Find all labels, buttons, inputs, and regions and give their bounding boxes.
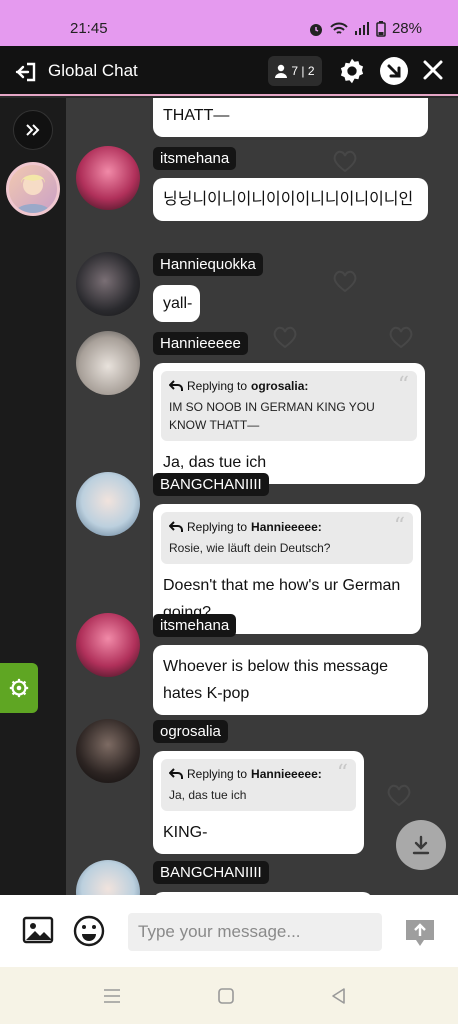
gear-icon[interactable] bbox=[338, 57, 366, 85]
sidebar bbox=[0, 98, 66, 895]
reply-label: Replying to bbox=[187, 520, 248, 534]
close-icon[interactable] bbox=[421, 58, 445, 82]
quote-icon: “ bbox=[393, 514, 405, 539]
reply-author: Hannieeeee: bbox=[251, 767, 322, 781]
message-input[interactable] bbox=[128, 913, 382, 951]
reply-icon bbox=[169, 521, 183, 532]
emoji-icon[interactable] bbox=[73, 915, 105, 947]
reply-preview[interactable]: “ Replying to Hannieeeee: Rosie, wie läu… bbox=[161, 512, 413, 564]
message-bubble: “ Replying to ogrosalia: IM SO NOOB IN G… bbox=[153, 363, 425, 484]
message-text: yall- bbox=[163, 295, 193, 312]
reply-label: Replying to bbox=[187, 379, 248, 393]
reply-icon bbox=[169, 380, 183, 391]
chat-header: Global Chat 7 | 2 bbox=[0, 46, 458, 96]
scroll-to-bottom-button[interactable] bbox=[396, 820, 446, 870]
heart-icon bbox=[333, 150, 357, 172]
message-text: 닝닝니이니이니이이이니니이니이니인 bbox=[163, 191, 414, 208]
send-icon[interactable] bbox=[404, 918, 436, 948]
online-users-button[interactable]: 7 | 2 bbox=[268, 56, 322, 86]
avatar[interactable] bbox=[76, 860, 140, 895]
wifi-icon bbox=[330, 22, 348, 34]
username[interactable]: ogrosalia bbox=[153, 720, 228, 743]
message-bubble: “ Replying to Hannieeeee: Ja, das tue ic… bbox=[153, 751, 364, 854]
reply-icon bbox=[169, 768, 183, 779]
battery-level: 28% bbox=[391, 20, 422, 37]
back-icon[interactable] bbox=[330, 987, 348, 1005]
reply-text: Rosie, wie läuft dein Deutsch? bbox=[169, 541, 331, 555]
status-time: 21:45 bbox=[70, 20, 108, 37]
username[interactable]: BANGCHANIIII bbox=[153, 861, 269, 884]
status-bar: 21:45 28% bbox=[0, 0, 458, 46]
battery-icon bbox=[376, 20, 386, 37]
avatar[interactable] bbox=[76, 146, 140, 210]
username[interactable]: itsmehana bbox=[153, 614, 237, 637]
reply-text: Ja, das tue ich bbox=[169, 788, 247, 802]
avatar[interactable] bbox=[76, 472, 140, 536]
current-user-avatar[interactable] bbox=[6, 162, 60, 216]
chat-title: Global Chat bbox=[48, 61, 138, 80]
double-chevron-icon bbox=[26, 124, 40, 136]
username[interactable]: itsmehana bbox=[153, 147, 237, 170]
message-bubble: 닝닝니이니이니이이이니니이니이니인 bbox=[153, 178, 428, 221]
heart-icon bbox=[389, 326, 413, 348]
reply-author: Hannieeeee: bbox=[251, 520, 322, 534]
message-bubble: yall- bbox=[153, 285, 200, 322]
online-count: 7 | 2 bbox=[291, 64, 315, 78]
home-icon[interactable] bbox=[217, 987, 235, 1005]
message-text: THATT— bbox=[163, 107, 230, 124]
reply-author: ogrosalia: bbox=[251, 379, 309, 393]
status-icons: 28% bbox=[308, 20, 422, 37]
reply-preview[interactable]: “ Replying to Hannieeeee: Ja, das tue ic… bbox=[161, 759, 356, 811]
quote-icon: “ bbox=[336, 761, 348, 786]
message-composer bbox=[0, 895, 458, 967]
username[interactable]: BANGCHANIIII bbox=[153, 473, 269, 496]
gear-icon bbox=[9, 678, 29, 698]
avatar[interactable] bbox=[76, 719, 140, 783]
exit-icon[interactable] bbox=[14, 60, 38, 84]
avatar[interactable] bbox=[76, 252, 140, 316]
message-bubble: Whoever is below this message hates K-po… bbox=[153, 645, 428, 715]
reply-preview[interactable]: “ Replying to ogrosalia: IM SO NOOB IN G… bbox=[161, 371, 417, 441]
alarm-icon bbox=[309, 23, 322, 36]
message-text: Ja, das tue ich bbox=[163, 454, 267, 471]
recent-apps-icon[interactable] bbox=[103, 987, 121, 1005]
chat-settings-button[interactable] bbox=[0, 663, 38, 713]
reply-label: Replying to bbox=[187, 767, 248, 781]
message-text: Whoever is below this message hates K-po… bbox=[163, 658, 388, 702]
message-text: KING- bbox=[163, 824, 208, 841]
system-nav-bar bbox=[0, 967, 458, 1024]
person-icon bbox=[275, 64, 288, 78]
minimize-icon[interactable] bbox=[380, 57, 408, 85]
image-icon[interactable] bbox=[22, 914, 54, 946]
heart-icon bbox=[273, 326, 297, 348]
heart-icon bbox=[387, 784, 411, 806]
heart-icon bbox=[333, 270, 357, 292]
scroll-down-icon bbox=[412, 835, 430, 855]
avatar[interactable] bbox=[76, 613, 140, 677]
message-bubble: THATT— bbox=[153, 98, 428, 137]
message-list[interactable]: THATT— itsmehana 닝닝니이니이니이이이니니이니이니인 Hanni… bbox=[66, 98, 458, 895]
reply-text: IM SO NOOB IN GERMAN KING YOU KNOW THATT… bbox=[169, 400, 375, 432]
expand-sidebar-button[interactable] bbox=[13, 110, 53, 150]
quote-icon: “ bbox=[397, 373, 409, 398]
username[interactable]: Hannieeeee bbox=[153, 332, 248, 355]
username[interactable]: Hanniequokka bbox=[153, 253, 263, 276]
avatar[interactable] bbox=[76, 331, 140, 395]
signal-icon bbox=[354, 21, 369, 35]
